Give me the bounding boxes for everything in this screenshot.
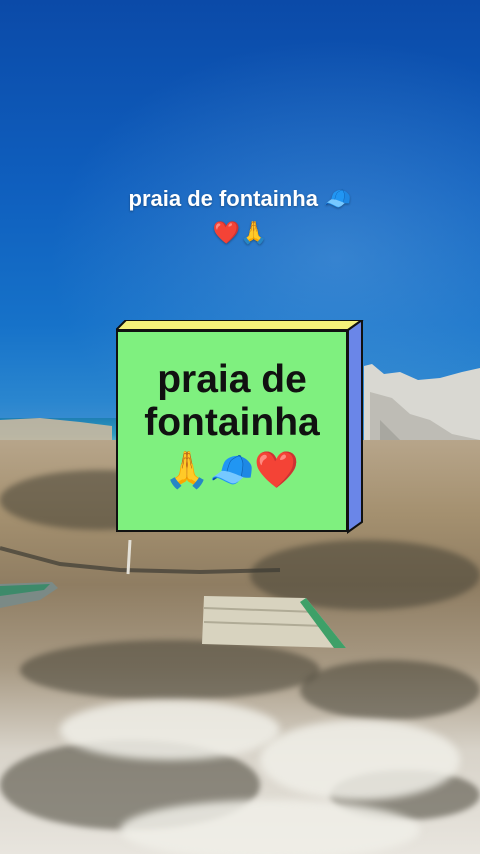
caption-line: ❤️🙏 [212,220,268,245]
sticker-face: praia de fontainha 🙏🧢❤️ [116,330,348,532]
small-boat [0,582,58,608]
sand-patch [60,700,280,760]
scrub [300,660,480,720]
caption-line: praia de fontainha 🧢 [128,186,352,211]
sticker-text-line: fontainha [144,401,320,444]
sand-patch [260,720,460,800]
sticker-emojis: 🙏🧢❤️ [164,449,300,490]
caption: praia de fontainha 🧢 ❤️🙏 [0,182,480,250]
beach-photo: praia de fontainha 🧢 ❤️🙏 praia de fontai… [0,0,480,854]
sand-patch [120,800,420,854]
sticker-text-line: praia de [157,358,307,401]
text-sticker: praia de fontainha 🙏🧢❤️ [116,320,364,534]
boat [202,596,346,648]
fence [0,540,281,575]
